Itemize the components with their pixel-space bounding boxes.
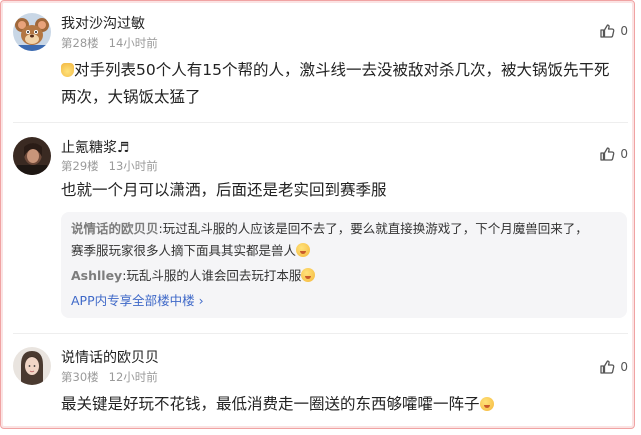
divider xyxy=(13,122,628,123)
comment-line: 对手列表50个人有15个帮的人，激斗线一去没被敌对杀几次，被大锅饭先干死 xyxy=(74,61,610,79)
reply-text: :玩乱斗服的人谁会回去玩打本服 xyxy=(122,268,302,283)
post-time: 12小时前 xyxy=(108,370,158,384)
reply-text: 赛季服玩家很多人摘下面具其实都是兽人 xyxy=(71,243,297,258)
comment-line: 两次，大锅饭太猛了 xyxy=(61,88,201,106)
reply-text: :玩过乱斗服的人应该是回不去了，要么就直接换游戏了，下个月魔兽回来了， xyxy=(158,221,588,236)
floor-number: 第30楼 xyxy=(61,370,99,384)
like-count: 0 xyxy=(620,360,628,374)
blush-face-icon xyxy=(301,268,316,282)
floor-number: 第29楼 xyxy=(61,159,99,173)
username[interactable]: 我对沙沟过敏 xyxy=(61,13,145,33)
avatar[interactable] xyxy=(13,137,51,175)
thumbs-up-icon xyxy=(600,147,615,161)
avatar[interactable] xyxy=(13,13,51,51)
divider xyxy=(13,333,628,334)
post-meta: 第28楼 14小时前 xyxy=(61,35,158,51)
post-time: 14小时前 xyxy=(108,36,158,50)
like-button[interactable]: 0 xyxy=(599,359,628,375)
dark-photo-avatar-icon xyxy=(13,137,51,175)
avatar[interactable] xyxy=(13,347,51,385)
like-button[interactable]: 0 xyxy=(599,146,628,162)
username[interactable]: 说情话的欧贝贝 xyxy=(61,347,159,367)
cartoon-mouse-avatar-icon xyxy=(13,13,51,51)
post-time: 13小时前 xyxy=(108,159,158,173)
sub-reply: Ashlley:玩乱斗服的人谁会回去玩打本服 xyxy=(71,265,617,287)
comment-text: 对手列表50个人有15个帮的人，激斗线一去没被敌对杀几次，被大锅饭先干死 两次，… xyxy=(61,57,621,111)
view-all-replies-link[interactable]: APP内专享全部楼中楼 › xyxy=(71,290,204,312)
blush-face-icon xyxy=(296,243,311,257)
girl-photo-avatar-icon xyxy=(13,347,51,385)
blush-face-icon xyxy=(479,397,494,411)
like-button[interactable]: 0 xyxy=(599,23,628,39)
floor-number: 第28楼 xyxy=(61,36,99,50)
post-meta: 第30楼 12小时前 xyxy=(61,369,158,385)
like-count: 0 xyxy=(620,24,628,38)
comment-feed: 我对沙沟过敏 第28楼 14小时前 0 对手列表50个人有15个帮的人，激斗线一去… xyxy=(0,0,635,429)
sub-replies: 说情话的欧贝贝:玩过乱斗服的人应该是回不去了，要么就直接换游戏了，下个月魔兽回来… xyxy=(61,212,627,318)
like-count: 0 xyxy=(620,147,628,161)
comment-text: 也就一个月可以潇洒，后面还是老实回到赛季服 xyxy=(61,177,621,204)
comment-line: 最关键是好玩不花钱，最低消费走一圈送的东西够嚯嚯一阵子 xyxy=(61,395,480,413)
username[interactable]: 止氪糖浆♬ xyxy=(61,137,130,157)
thumbs-up-icon xyxy=(600,360,615,374)
reply-author[interactable]: Ashlley xyxy=(71,268,122,283)
sub-reply: 说情话的欧贝贝:玩过乱斗服的人应该是回不去了，要么就直接换游戏了，下个月魔兽回来… xyxy=(71,218,617,262)
waving-hand-icon xyxy=(61,63,74,77)
post-meta: 第29楼 13小时前 xyxy=(61,158,158,174)
reply-author[interactable]: 说情话的欧贝贝 xyxy=(71,221,159,236)
comment-line: 也就一个月可以潇洒，后面还是老实回到赛季服 xyxy=(61,181,387,199)
thumbs-up-icon xyxy=(600,24,615,38)
comment-text: 最关键是好玩不花钱，最低消费走一圈送的东西够嚯嚯一阵子 xyxy=(61,391,621,418)
